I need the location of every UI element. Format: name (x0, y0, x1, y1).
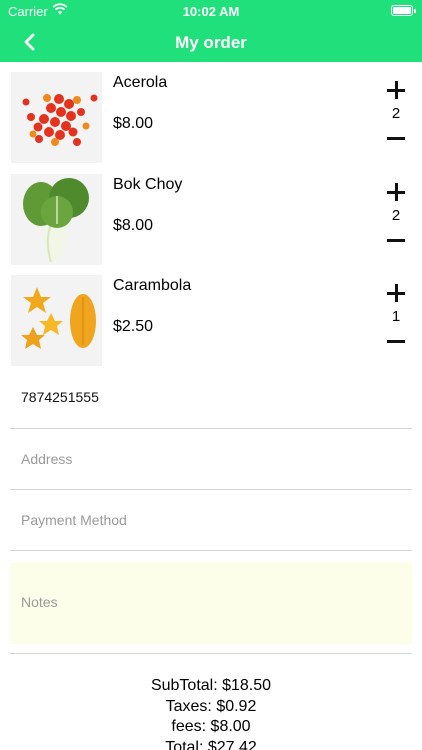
bok-choy-image (11, 174, 102, 265)
clock: 10:02 AM (182, 4, 240, 19)
payment-method-input[interactable] (10, 490, 412, 550)
plus-icon[interactable] (384, 281, 408, 305)
notes-field (10, 562, 412, 644)
taxes-label: Taxes: $0.92 (165, 697, 257, 715)
item-quantity: 2 (391, 105, 401, 122)
item-quantity: 2 (391, 207, 401, 224)
item-name: Carambola (113, 277, 192, 294)
notes-input[interactable] (10, 562, 412, 644)
minus-icon[interactable] (384, 126, 408, 150)
header: Carrier 10:02 AM My order (0, 0, 422, 62)
item-quantity: 1 (391, 308, 401, 325)
plus-icon[interactable] (384, 78, 408, 102)
item-price: $2.50 (113, 318, 154, 335)
order-item: Carambola $2.50 1 (0, 275, 422, 369)
payment-method-row (10, 490, 412, 551)
fees-label: fees: $8.00 (171, 718, 251, 735)
item-name: Bok Choy (113, 176, 183, 193)
page-title: My order (175, 33, 247, 52)
address-input[interactable] (10, 429, 412, 489)
divider (10, 653, 412, 654)
item-price: $8.00 (113, 217, 154, 234)
order-item: Bok Choy $8.00 2 (0, 174, 422, 268)
total-label: Total: $27.42 (165, 738, 257, 750)
battery-icon (391, 5, 416, 16)
item-price: $8.00 (113, 115, 154, 132)
order-totals: SubTotal: $18.50 Taxes: $0.92 fees: $8.0… (0, 676, 422, 750)
minus-icon[interactable] (384, 329, 408, 353)
phone-number[interactable]: 7874251555 (21, 389, 99, 405)
item-name: Acerola (113, 74, 168, 91)
address-field-row (10, 429, 412, 490)
carambola-image (11, 275, 102, 366)
minus-icon[interactable] (384, 228, 408, 252)
order-item: Acerola $8.00 2 (0, 72, 422, 166)
acerola-image (11, 72, 102, 163)
navigation-bar: My order (0, 22, 422, 62)
plus-icon[interactable] (384, 180, 408, 204)
status-bar: Carrier 10:02 AM (0, 0, 422, 22)
subtotal-label: SubTotal: $18.50 (150, 677, 272, 694)
